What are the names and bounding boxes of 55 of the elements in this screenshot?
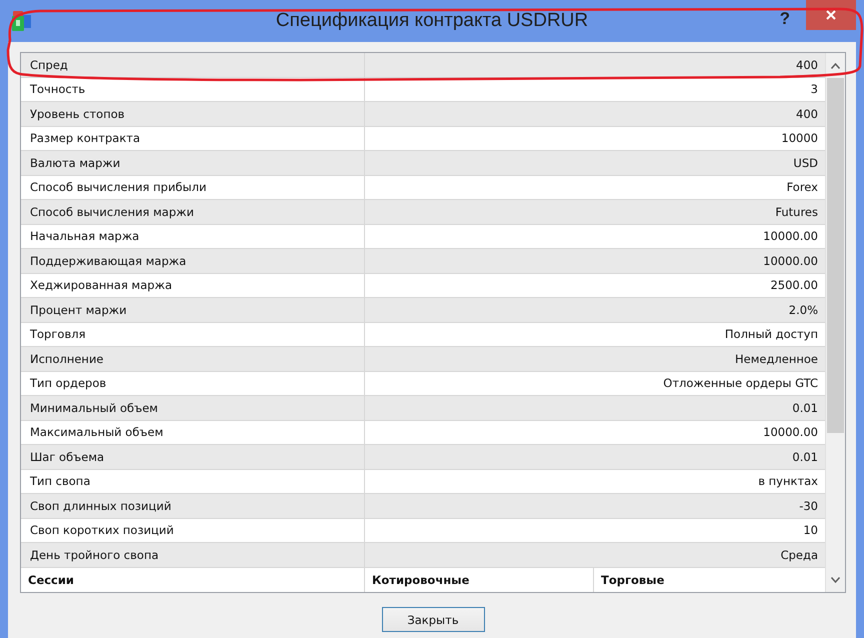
property-cell: Своп длинных позиций	[21, 494, 365, 518]
column-header: Котировочные	[365, 568, 594, 592]
column-header: Торговые	[600, 572, 666, 589]
value-cell-text: Forex	[786, 179, 819, 196]
property-cell: Минимальный объем	[21, 396, 365, 420]
value-cell-text: Отложенные ордеры GTC	[662, 375, 819, 392]
close-dialog-button[interactable]: Закрыть	[382, 607, 484, 632]
value-cell-text: в пунктах	[757, 473, 819, 490]
value-cell-text: 10000	[780, 130, 819, 148]
value-cell-text: 10000.00	[762, 252, 819, 270]
value-cell-text: 3	[810, 81, 819, 98]
property-cell: Процент маржи	[21, 298, 365, 322]
value-cell-text: 0.01	[791, 448, 819, 466]
property-cell: Тип ордеров	[21, 372, 365, 395]
chevron-up-icon	[831, 62, 840, 68]
value-cell-text: -30	[798, 498, 819, 515]
value-cell-text: 0.01	[791, 400, 819, 417]
value-cell-text: 10	[802, 522, 819, 540]
scrollbar-thumb[interactable]	[827, 78, 844, 433]
property-cell: Шаг объема	[21, 445, 365, 468]
scrollbar[interactable]	[825, 53, 845, 592]
value-cell-text: Futures	[774, 204, 819, 221]
value-cell-text: 400	[795, 56, 819, 74]
window-title: Спецификация контракта USDRUR	[276, 10, 588, 32]
property-cell: Начальная маржа	[21, 224, 365, 248]
property-cell: Поддерживающая маржа	[21, 249, 365, 272]
app-icon	[12, 11, 31, 31]
help-button[interactable]: ?	[778, 9, 792, 29]
property-cell: Максимальный объем	[21, 420, 365, 444]
value-cell-text: 2500.00	[769, 277, 819, 294]
value-cell-text: 10000.00	[762, 228, 819, 246]
value-cell-text: Полный доступ	[724, 326, 819, 344]
close-icon	[826, 10, 836, 20]
value-cell-text: Немедленное	[734, 350, 819, 368]
close-button[interactable]	[806, 0, 856, 30]
property-cell: День тройного свопа	[21, 543, 365, 566]
property-cell: Точность	[21, 78, 365, 101]
value-cell-text: Среда	[780, 546, 819, 564]
chevron-down-icon	[831, 576, 840, 582]
value-cell-text: 10000.00	[762, 424, 819, 442]
value-cell-text: USD	[792, 154, 819, 172]
property-cell: Спред	[21, 53, 365, 76]
value-cell-text: 2.0%	[788, 302, 819, 319]
property-cell: Хеджированная маржа	[21, 274, 365, 297]
value-cell-text: 400	[795, 106, 819, 123]
column-header: Сессии	[21, 568, 365, 592]
property-cell: Способ вычисления прибыли	[21, 176, 365, 199]
property-cell: Исполнение	[21, 347, 365, 370]
property-cell: Своп коротких позиций	[21, 518, 365, 542]
property-cell: Размер контракта	[21, 126, 365, 150]
property-cell: Способ вычисления маржи	[21, 200, 365, 224]
property-cell: Валюта маржи	[21, 151, 365, 174]
property-cell: Торговля	[21, 322, 365, 346]
property-cell: Тип свопа	[21, 470, 365, 493]
property-cell: Уровень стопов	[21, 102, 365, 126]
